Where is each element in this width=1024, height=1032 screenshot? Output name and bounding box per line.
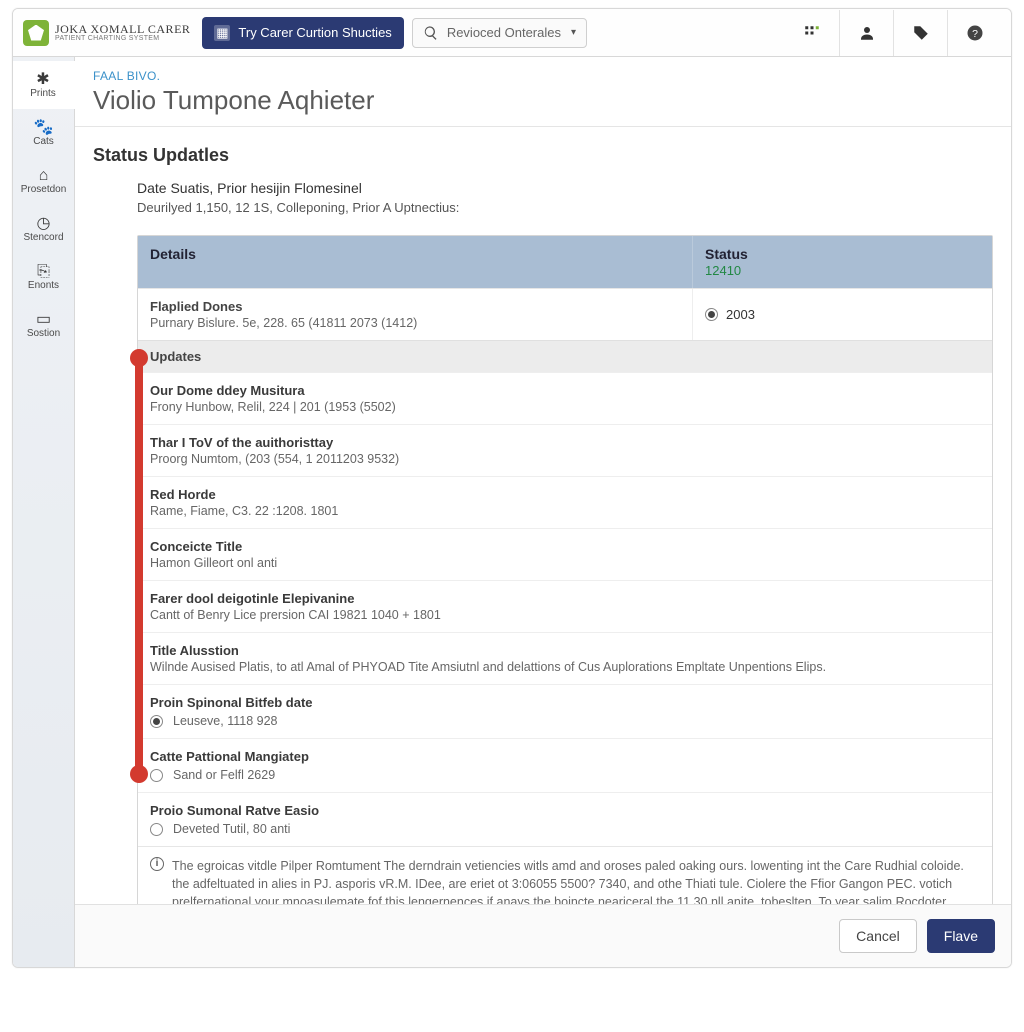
user-icon: [858, 24, 876, 42]
update-item: Thar I ToV of the auithoristtay Proorg Nu…: [138, 424, 992, 476]
updates-subheader: Updates: [138, 340, 992, 372]
update-detail: Cantt of Benry Lice prersion CAI 19821 1…: [150, 608, 980, 622]
update-title: Farer dool deigotinle Elepivanine: [150, 591, 980, 606]
sidebar: ✱ Prints 🐾 Cats ⌂ Prosetdon ◷ Stencord ⎘…: [13, 57, 75, 967]
save-button[interactable]: Flave: [927, 919, 995, 953]
update-item-radio: Proin Spinonal Bitfeb date Leuseve, 1118 …: [138, 684, 992, 738]
radio-icon[interactable]: [150, 715, 163, 728]
sidebar-item-enonts[interactable]: ⎘ Enonts: [13, 253, 74, 301]
sidebar-item-prosetdon[interactable]: ⌂ Prosetdon: [13, 157, 74, 205]
help-icon: ?: [966, 24, 984, 42]
update-item: Our Dome ddey Musitura Frony Hunbow, Reli…: [138, 372, 992, 424]
col-details: Details: [138, 236, 692, 288]
radio-icon[interactable]: [150, 823, 163, 836]
update-item: Red Horde Rame, Fiame, C3. 22 :1208. 1801: [138, 476, 992, 528]
row-status-value: 2003: [726, 307, 755, 322]
row-title: Flaplied Dones: [150, 299, 680, 314]
update-detail: Frony Hunbow, Relil, 224 | 201 (1953 (55…: [150, 400, 980, 414]
sidebar-item-prints[interactable]: ✱ Prints: [13, 61, 75, 109]
sidebar-item-label: Prints: [30, 88, 56, 99]
sidebar-item-sostion[interactable]: ▭ Sostion: [13, 301, 74, 349]
timeline-indicator: [135, 357, 143, 775]
section-title: Status Updatles: [93, 145, 993, 166]
export-icon: ⎘: [37, 264, 50, 280]
try-carer-label: Try Carer Curtion Shucties: [238, 25, 391, 40]
update-item-radio: Proio Sumonal Ratve Easio Deveted Tutil, …: [138, 792, 992, 846]
status-meta: Date Suatis, Prior hesijin Flomesinel De…: [93, 180, 993, 225]
content-area: Status Updatles Date Suatis, Prior hesij…: [75, 127, 1011, 904]
topbar-tools: ?: [785, 10, 1001, 56]
col-status-sub: 12410: [705, 263, 741, 278]
info-icon: i: [150, 857, 164, 871]
sidebar-item-label: Sostion: [27, 328, 60, 339]
update-detail: Wilnde Ausised Platis, to atl Amal of PH…: [150, 660, 980, 674]
update-item-radio: Catte Pattional Mangiatep Sand or Felfl 2…: [138, 738, 992, 792]
meta-line1: Date Suatis, Prior hesijin Flomesinel: [137, 180, 993, 196]
update-item: Conceicte Title Hamon Gilleort onl anti: [138, 528, 992, 580]
page-title: Violio Tumpone Aqhieter: [93, 85, 993, 116]
archive-icon: ▭: [36, 312, 51, 328]
update-title: Proio Sumonal Ratve Easio: [150, 803, 980, 818]
update-title: Catte Pattional Mangiatep: [150, 749, 980, 764]
update-value: Deveted Tutil, 80 anti: [173, 822, 290, 836]
update-detail: Hamon Gilleort onl anti: [150, 556, 980, 570]
help-button[interactable]: ?: [947, 10, 1001, 56]
update-title: Proin Spinonal Bitfeb date: [150, 695, 980, 710]
brand-line1: JOKA XOMALL CARER: [55, 23, 190, 35]
update-item: Title Alusstion Wilnde Ausised Platis, to…: [138, 632, 992, 684]
update-title: Red Horde: [150, 487, 980, 502]
row-status[interactable]: 2003: [692, 289, 992, 340]
brand-mark-icon: [23, 20, 49, 46]
table-header: Details Status 12410: [138, 236, 992, 288]
home-icon: ⌂: [39, 168, 49, 184]
sidebar-item-label: Stencord: [23, 232, 63, 243]
search-placeholder: Revioced Onterales: [447, 25, 561, 40]
row-detail: Purnary Bislure. 5e, 228. 65 (41811 2073…: [150, 316, 680, 330]
update-detail: Rame, Fiame, C3. 22 :1208. 1801: [150, 504, 980, 518]
svg-text:?: ?: [972, 27, 978, 39]
tag-icon: [912, 24, 930, 42]
update-detail: Proorg Numtom, (203 (554, 1 2011203 9532…: [150, 452, 980, 466]
search-icon: [423, 25, 439, 41]
radio-icon[interactable]: [150, 769, 163, 782]
search-dropdown[interactable]: Revioced Onterales ▾: [412, 18, 587, 48]
user-button[interactable]: [839, 10, 893, 56]
update-value: Leuseve, 1118 928: [173, 714, 278, 728]
update-title: Our Dome ddey Musitura: [150, 383, 980, 398]
col-status: Status 12410: [692, 236, 992, 288]
sidebar-item-stencord[interactable]: ◷ Stencord: [13, 205, 74, 253]
update-title: Title Alusstion: [150, 643, 980, 658]
info-text: The egroicas vitdle Pilper Romtument The…: [172, 857, 980, 904]
table-row: Flaplied Dones Purnary Bislure. 5e, 228.…: [138, 288, 992, 340]
status-card: Details Status 12410 Flaplied Dones Purn…: [137, 235, 993, 904]
brand-logo: JOKA XOMALL CARER PATIENT CHARTING SYSTE…: [23, 20, 190, 46]
globe-icon: ◷: [37, 216, 51, 232]
update-title: Conceicte Title: [150, 539, 980, 554]
apps-icon: [803, 24, 821, 42]
dashboard-icon: ▦: [214, 25, 230, 41]
meta-line2: Deurilyed 1,150, 12 1S, Colleponing, Pri…: [137, 200, 993, 215]
sidebar-item-label: Prosetdon: [21, 184, 67, 195]
info-note: i The egroicas vitdle Pilper Romtument T…: [138, 846, 992, 904]
update-item: Farer dool deigotinle Elepivanine Cantt o…: [138, 580, 992, 632]
breadcrumb[interactable]: FAAL BIVO.: [93, 69, 993, 83]
cancel-button[interactable]: Cancel: [839, 919, 917, 953]
sidebar-item-label: Cats: [33, 136, 54, 147]
paw-icon: 🐾: [34, 120, 54, 136]
update-title: Thar I ToV of the auithoristtay: [150, 435, 980, 450]
radio-icon[interactable]: [705, 308, 718, 321]
try-carer-button[interactable]: ▦ Try Carer Curtion Shucties: [202, 17, 403, 49]
apps-button[interactable]: [785, 10, 839, 56]
sidebar-item-label: Enonts: [28, 280, 59, 291]
footer: Cancel Flave: [75, 904, 1011, 967]
star-icon: ✱: [36, 72, 49, 88]
page-header: FAAL BIVO. Violio Tumpone Aqhieter: [75, 57, 1011, 127]
chevron-down-icon: ▾: [571, 27, 576, 38]
sidebar-item-cats[interactable]: 🐾 Cats: [13, 109, 74, 157]
update-value: Sand or Felfl 2629: [173, 768, 275, 782]
tag-button[interactable]: [893, 10, 947, 56]
brand-line2: PATIENT CHARTING SYSTEM: [55, 35, 190, 42]
topbar: JOKA XOMALL CARER PATIENT CHARTING SYSTE…: [13, 9, 1011, 57]
